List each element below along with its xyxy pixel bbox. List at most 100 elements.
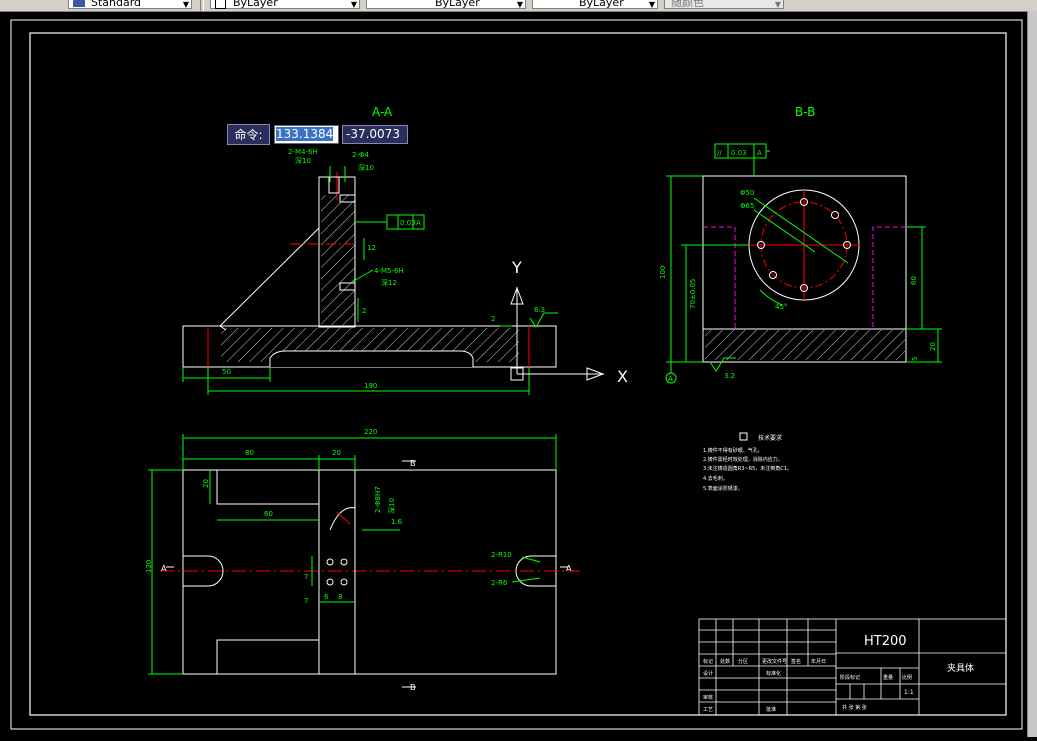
dim-12: 12 xyxy=(367,244,376,252)
x-coordinate-input[interactable]: 133.1384 xyxy=(274,125,339,144)
tb-standard: 标准化 xyxy=(766,670,781,677)
tb-date: 年月日 xyxy=(811,658,826,665)
tb-mark: 标记 xyxy=(703,658,713,665)
plot-style-combo[interactable]: 随颜色 ▼ xyxy=(664,0,784,9)
tb-zone: 分区 xyxy=(738,658,748,665)
dim-80: 80 xyxy=(245,449,254,457)
lineweight-value: ByLayer xyxy=(579,0,624,9)
y-coordinate-input[interactable]: -37.0073 xyxy=(342,125,408,144)
dim-angle-45: 45° xyxy=(775,303,787,311)
plan-view xyxy=(148,434,580,688)
dim-phi50: Φ50 xyxy=(740,189,754,197)
tech-req-1: 1.铸件不得有砂眼、气孔。 xyxy=(703,447,763,454)
dim-2-vertical: 2 xyxy=(362,307,366,315)
ucs-x-label: X xyxy=(617,367,628,386)
tb-process: 工艺 xyxy=(703,707,713,713)
thread-note-top: 2-M4-6H xyxy=(288,148,318,156)
datum-a-symbol: A xyxy=(668,375,673,383)
dim-7-b: 7 xyxy=(304,597,308,605)
thread-note-mid: 4-M5-6H xyxy=(374,267,404,275)
toolbar-separator xyxy=(200,0,204,11)
note-2-r6: 2-R6 xyxy=(491,579,508,587)
dim-60-plan: 60 xyxy=(264,510,273,518)
lineweight-combo[interactable]: ByLayer ▼ xyxy=(532,0,658,9)
text-style-icon xyxy=(73,0,85,7)
dim-20-side: 20 xyxy=(202,479,210,488)
tb-sheet: 共 张 第 张 xyxy=(842,704,867,711)
roughness-3.2: 3.2 xyxy=(724,372,735,380)
tb-approve: 批准 xyxy=(766,706,776,713)
section-b-top-marker: B xyxy=(410,459,416,468)
dim-120: 120 xyxy=(145,560,153,573)
linetype-value: ByLayer xyxy=(435,0,480,9)
plan-view-annotations: 220 80 20 20 60 120 7 7 6 8 1.6 2-R10 2-… xyxy=(145,428,512,605)
tb-scale: 比例 xyxy=(902,674,912,681)
section-aa-view: A-A xyxy=(182,105,605,395)
tb-signature: 签名 xyxy=(791,658,801,665)
dim-6: 6 xyxy=(324,593,329,601)
thread-note-top-depth: 深10 xyxy=(295,156,311,165)
part-name: 夹具体 xyxy=(947,662,974,674)
tb-change-doc: 更改文件号 xyxy=(762,658,787,665)
note-hole: 2-Φ8H7 xyxy=(374,486,382,513)
title-block-text: HT200 夹具体 标记 处数 分区 更改文件号 签名 年月日 设计 标准化 审… xyxy=(703,634,974,713)
dim-60: 60 xyxy=(910,276,918,285)
x-coordinate-value: 133.1384 xyxy=(276,127,334,141)
section-a-right-marker: A xyxy=(566,564,572,573)
ucs-y-label: Y xyxy=(511,258,522,277)
tb-weight: 重量 xyxy=(883,674,893,681)
dim-100: 100 xyxy=(659,266,667,279)
flatness-datum: A xyxy=(416,219,421,227)
color-value: ByLayer xyxy=(233,0,278,9)
thread-note-top-b: 2-Φ4 xyxy=(352,151,369,159)
parallel-datum: A xyxy=(757,149,762,157)
dim-7-a: 7 xyxy=(304,573,308,581)
dim-70: 70±0.05 xyxy=(689,279,697,309)
text-style-combo[interactable]: Standard ▼ xyxy=(68,0,192,9)
tb-count: 处数 xyxy=(720,658,730,665)
plot-style-value: 随颜色 xyxy=(671,0,704,9)
parallel-tol: 0.03 xyxy=(731,149,747,157)
dim-2-horizontal: 2 xyxy=(491,315,495,323)
color-swatch-icon xyxy=(215,0,226,9)
material-label: HT200 xyxy=(864,634,907,649)
roughness-1.6: 1.6 xyxy=(391,518,403,526)
tech-req-title: 技术要求 xyxy=(758,434,782,442)
dim-20: 20 xyxy=(929,342,937,351)
section-bb-label: B-B xyxy=(795,105,815,119)
tb-review: 审核 xyxy=(703,694,713,701)
parallel-symbol: // xyxy=(717,149,722,157)
dim-phi65: Φ65 xyxy=(740,202,754,210)
tb-design: 设计 xyxy=(703,670,713,677)
dim-8: 8 xyxy=(338,593,342,601)
sheet-outer-border xyxy=(10,19,1023,730)
text-style-value: Standard xyxy=(91,0,142,9)
thread-note-mid-depth: 深12 xyxy=(381,278,397,287)
linetype-combo[interactable]: ByLayer ▼ xyxy=(366,0,526,9)
technical-requirements: 技术要求 1.铸件不得有砂眼、气孔。 2.铸件需经时效处理，消除内应力。 3.未… xyxy=(703,432,792,492)
tech-req-5: 5.表面涂防锈漆。 xyxy=(703,485,743,492)
roughness-6.3: 6.3 xyxy=(534,306,545,314)
section-aa-label: A-A xyxy=(372,105,393,119)
flatness-value: 0.03 xyxy=(400,219,416,227)
model-space-canvas[interactable]: A-A 50 190 2-M4-6H 深10 2-Φ4 深10 0.03 A 4… xyxy=(0,11,1028,737)
tech-req-4: 4.去毛刺。 xyxy=(703,475,728,482)
section-bb-view: B-B xyxy=(665,105,942,384)
dim-220: 220 xyxy=(364,428,377,436)
tech-req-3: 3.未注铸造圆角R3~R5，未注倒角C1。 xyxy=(703,465,792,472)
tb-scale-value: 1:1 xyxy=(904,689,914,696)
dim-5: 5 xyxy=(911,357,919,361)
tb-stage: 阶段标记 xyxy=(840,674,860,681)
dim-190: 190 xyxy=(364,382,377,390)
note-hole-depth: 深10 xyxy=(387,498,396,514)
thread-note-top-b-depth: 深10 xyxy=(358,163,374,172)
color-combo[interactable]: ByLayer ▼ xyxy=(210,0,360,9)
note-2-r10: 2-R10 xyxy=(491,551,512,559)
command-prompt-label: 命令: xyxy=(227,124,270,145)
dim-20-top: 20 xyxy=(332,449,341,457)
section-b-bottom-marker: B xyxy=(410,683,416,692)
tech-req-2: 2.铸件需经时效处理，消除内应力。 xyxy=(703,456,783,463)
dim-50: 50 xyxy=(222,368,231,376)
vertical-scrollbar[interactable] xyxy=(1027,11,1037,737)
section-a-left-marker: A xyxy=(161,564,167,573)
